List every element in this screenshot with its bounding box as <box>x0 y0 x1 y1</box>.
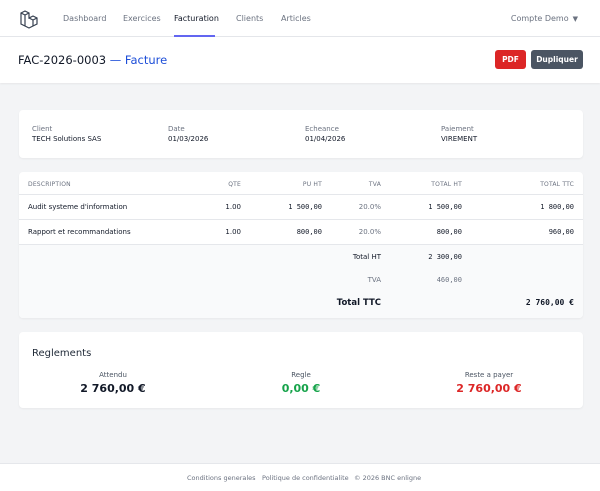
header-total-ttc: TOTAL TTC <box>540 181 574 188</box>
due-date-value: 01/04/2026 <box>305 135 346 143</box>
header-divider <box>19 194 583 195</box>
tva-value: 460,00 <box>436 276 462 284</box>
row-description: Rapport et recommandations <box>28 228 131 236</box>
row-description: Audit systeme d'information <box>28 203 128 211</box>
invoice-number: FAC-2026-0003 <box>18 53 107 67</box>
total-ttc-label: Total TTC <box>336 298 381 308</box>
tva-label: TVA <box>367 276 381 284</box>
chevron-down-icon: ▼ <box>572 15 578 23</box>
header-qty: QTE <box>228 181 241 188</box>
due-date-label: Echeance <box>305 125 339 133</box>
total-ht-label: Total HT <box>352 253 381 261</box>
remaining-label: Reste a payer <box>464 371 514 379</box>
payment-info: Paiement VIREMENT <box>441 125 477 143</box>
row-total-ht: 1 500,00 <box>428 203 462 211</box>
row-qty: 1.00 <box>225 228 241 236</box>
total-ttc-value: 2 760,00 € <box>525 298 574 307</box>
date-label: Date <box>168 125 185 133</box>
client-label: Client <box>32 125 53 133</box>
row-divider <box>19 219 583 220</box>
row-total-ttc: 1 800,00 <box>540 203 574 211</box>
header-vat: TVA <box>368 181 381 188</box>
paid-label: Regle <box>291 371 311 379</box>
copyright-text: © 2026 BNC enligne <box>354 474 422 482</box>
header-description: DESCRIPTION <box>28 181 71 188</box>
paid-amount: Regle 0,00 € <box>207 371 395 395</box>
header-unit-price: PU HT <box>302 181 322 188</box>
invoice-lines-table: DESCRIPTION QTE PU HT TVA TOTAL HT TOTAL… <box>19 172 583 318</box>
date-info: Date 01/03/2026 <box>168 125 208 143</box>
page-title: FAC-2026-0003 — Facture <box>18 53 167 67</box>
row-divider <box>19 244 583 245</box>
payment-label: Paiement <box>441 125 474 133</box>
nav-articles[interactable]: Articles <box>281 0 311 37</box>
nav-facturation[interactable]: Facturation <box>174 0 219 37</box>
row-unit-price: 1 500,00 <box>288 203 322 211</box>
page-header: FAC-2026-0003 — Facture PDF Dupliquer <box>0 37 600 83</box>
nav-clients[interactable]: Clients <box>236 0 263 37</box>
duplicate-button[interactable]: Dupliquer <box>531 50 583 69</box>
top-navbar: Dashboard Exercices Facturation Clients … <box>0 0 600 37</box>
expected-value: 2 760,00 € <box>80 382 146 395</box>
total-ht-value: 2 300,00 <box>428 253 462 261</box>
row-vat: 20.0% <box>358 203 381 211</box>
app-logo-icon[interactable] <box>18 8 40 30</box>
row-total-ttc: 960,00 <box>548 228 574 236</box>
client-value: TECH Solutions SAS <box>32 135 102 143</box>
terms-link[interactable]: Conditions generales <box>187 474 256 482</box>
due-date-info: Echeance 01/04/2026 <box>305 125 345 143</box>
payment-value: VIREMENT <box>441 135 478 143</box>
client-info: Client TECH Solutions SAS <box>32 125 101 143</box>
account-name: Compte Demo <box>510 14 569 23</box>
paid-value: 0,00 € <box>281 382 321 395</box>
privacy-link[interactable]: Politique de confidentialite <box>262 474 349 482</box>
header-total-ht: TOTAL HT <box>431 181 462 188</box>
payments-card: Reglements Attendu 2 760,00 € Regle 0,00… <box>19 332 583 408</box>
payments-title: Reglements <box>32 348 92 359</box>
pdf-button[interactable]: PDF <box>495 50 526 69</box>
nav-dashboard[interactable]: Dashboard <box>63 0 106 37</box>
date-value: 01/03/2026 <box>168 135 209 143</box>
remaining-value: 2 760,00 € <box>456 382 522 395</box>
row-unit-price: 800,00 <box>296 228 322 236</box>
invoice-info-card: Client TECH Solutions SAS Date 01/03/202… <box>19 110 583 158</box>
expected-label: Attendu <box>99 371 127 379</box>
expected-amount: Attendu 2 760,00 € <box>19 371 207 395</box>
invoice-subtitle: — Facture <box>109 53 168 67</box>
account-menu[interactable]: Compte Demo ▼ <box>511 0 578 37</box>
page-footer: Conditions generales Politique de confid… <box>0 463 600 491</box>
row-vat: 20.0% <box>358 228 381 236</box>
remaining-amount: Reste a payer 2 760,00 € <box>395 371 583 395</box>
nav-exercices[interactable]: Exercices <box>123 0 161 37</box>
row-total-ht: 800,00 <box>436 228 462 236</box>
row-qty: 1.00 <box>225 203 241 211</box>
